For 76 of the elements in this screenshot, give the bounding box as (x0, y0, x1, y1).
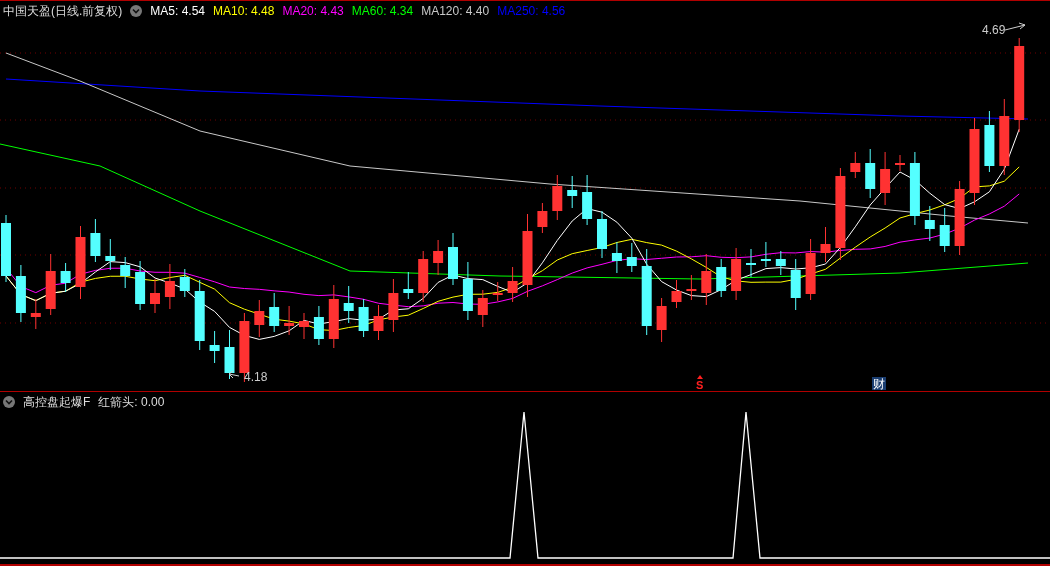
candlestick (984, 110, 995, 173)
candlestick (775, 250, 786, 276)
indicator-value: MA20: 4.43 (282, 4, 344, 18)
candlestick (60, 262, 71, 293)
indicator-title: 高控盘起爆F (23, 395, 91, 409)
candlestick (313, 305, 324, 346)
candlestick (716, 258, 727, 298)
candlestick (30, 298, 41, 330)
candlestick (45, 253, 56, 316)
candlestick (299, 312, 309, 340)
candlestick (254, 299, 265, 338)
candlestick (492, 281, 503, 302)
candlestick (701, 253, 712, 306)
candlestick (90, 218, 101, 263)
candlestick (686, 274, 697, 301)
arrow-icon (228, 370, 240, 379)
candlestick (850, 151, 861, 179)
candlestick (507, 266, 518, 303)
indicator-value: MA60: 4.34 (351, 4, 414, 18)
candlestick (567, 175, 578, 209)
candlestick (433, 239, 444, 276)
signal-marker: S (696, 379, 704, 391)
candlestick (1, 214, 11, 283)
candlestick (105, 238, 116, 271)
candlestick (865, 148, 876, 199)
candlestick (805, 238, 816, 301)
candlestick (388, 278, 399, 333)
candlestick (880, 151, 891, 206)
candlestick (626, 242, 637, 273)
candlestick (269, 292, 280, 333)
candlestick (179, 268, 190, 298)
indicator-value: MA5: 4.54 (150, 4, 206, 18)
finance-marker: 财 (872, 377, 886, 391)
candlestick (15, 264, 26, 323)
candlestick (120, 256, 131, 289)
collapse-icon[interactable] (3, 396, 15, 408)
candlestick (343, 285, 354, 324)
indicator-value: 红箭头: 0.00 (98, 395, 165, 409)
candlestick (448, 232, 458, 286)
candlestick (939, 207, 950, 253)
candlestick (671, 279, 682, 309)
candlestick (731, 247, 742, 301)
candlestick (477, 289, 488, 328)
candlestick (418, 250, 429, 303)
candlestick (358, 298, 369, 338)
arrow-icon (1004, 22, 1026, 31)
candlestick (656, 297, 667, 343)
candlestick (164, 263, 175, 310)
candlestick (135, 260, 146, 311)
candlestick (552, 174, 563, 221)
up-arrow-icon (697, 375, 703, 379)
candlestick (597, 210, 607, 259)
candlestick (746, 248, 756, 278)
indicator-value: MA10: 4.48 (213, 4, 275, 18)
candlestick (820, 226, 831, 263)
candlestick (150, 278, 160, 314)
candlestick (537, 202, 548, 234)
candlestick (328, 284, 339, 349)
candlestick (611, 241, 622, 274)
candlestick (895, 154, 905, 172)
candlestick (462, 261, 473, 321)
candlestick (403, 271, 414, 300)
indicator-value: MA120: 4.40 (421, 4, 490, 18)
candlestick (924, 205, 935, 242)
candlestick (224, 329, 235, 380)
candlestick (284, 305, 295, 336)
candlestick (209, 330, 220, 364)
candlestick (582, 174, 593, 226)
candlestick (790, 258, 801, 311)
candlestick (760, 241, 771, 268)
high-price-label: 4.69 (982, 23, 1006, 37)
stock-title: 中国天盈(日线.前复权) (3, 4, 123, 18)
indicator-value: MA250: 4.56 (497, 4, 566, 18)
collapse-icon[interactable] (130, 5, 143, 17)
candlestick (373, 304, 384, 341)
candlestick (194, 279, 205, 351)
